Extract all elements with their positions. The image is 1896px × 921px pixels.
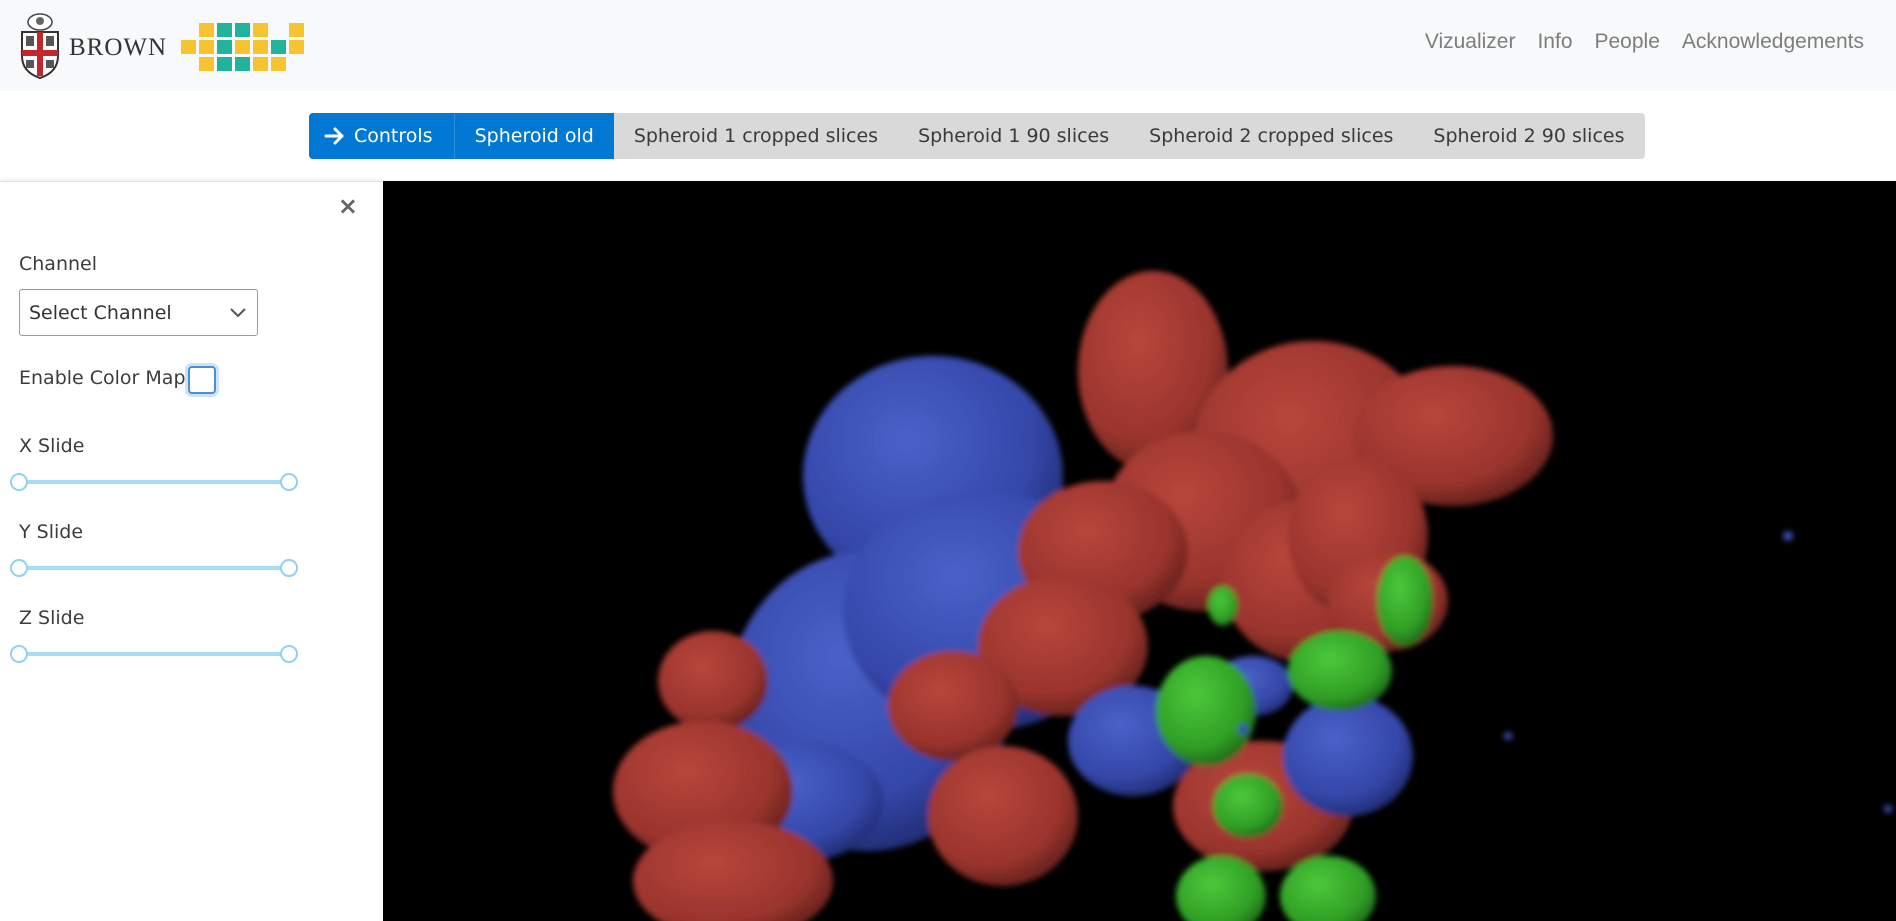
slider-track	[18, 566, 290, 570]
slider-min-handle[interactable]	[10, 559, 28, 577]
controls-label: Controls	[354, 125, 433, 147]
nav-link-info[interactable]: Info	[1537, 30, 1572, 54]
pixel-logo-icon	[181, 23, 305, 71]
color-map-label: Enable Color Map	[19, 367, 186, 389]
tab-spheroid-2-90[interactable]: Spheroid 2 90 slices	[1413, 113, 1645, 159]
color-map-checkbox[interactable]	[188, 366, 216, 394]
controls-toggle-button[interactable]: Controls	[309, 113, 455, 159]
nav-link-people[interactable]: People	[1595, 30, 1660, 54]
x-slide-label: X Slide	[19, 435, 85, 457]
chevron-down-icon	[230, 308, 246, 318]
brown-crest-icon	[21, 13, 59, 80]
slider-min-handle[interactable]	[10, 473, 28, 491]
channel-select-value: Select Channel	[29, 301, 172, 324]
channel-select[interactable]: Select Channel	[19, 289, 258, 336]
arrow-right-icon	[324, 127, 344, 145]
brand-wordmark: BROWN	[69, 34, 168, 61]
tab-spheroid-1-90[interactable]: Spheroid 1 90 slices	[898, 113, 1130, 159]
controls-panel: × Channel Select Channel Enable Color Ma…	[0, 181, 382, 921]
slider-track	[18, 652, 290, 656]
tab-spheroid-2-cropped[interactable]: Spheroid 2 cropped slices	[1129, 113, 1414, 159]
nav-links: Vizualizer Info People Acknowledgements	[1425, 30, 1864, 54]
volume-viewer-canvas[interactable]	[383, 181, 1896, 921]
tab-spheroid-old[interactable]: Spheroid old	[454, 113, 614, 159]
spheroid-volume-render	[613, 271, 1892, 921]
close-panel-button[interactable]: ×	[338, 194, 358, 218]
x-slide-range-slider[interactable]	[10, 471, 298, 493]
slider-max-handle[interactable]	[280, 559, 298, 577]
y-slide-range-slider[interactable]	[10, 557, 298, 579]
slider-min-handle[interactable]	[10, 645, 28, 663]
channel-label: Channel	[19, 253, 98, 275]
y-slide-label: Y Slide	[19, 521, 84, 543]
z-slide-label: Z Slide	[19, 607, 85, 629]
slider-max-handle[interactable]	[280, 473, 298, 491]
brand[interactable]: BROWN	[18, 12, 313, 80]
slider-max-handle[interactable]	[280, 645, 298, 663]
tab-spheroid-1-cropped[interactable]: Spheroid 1 cropped slices	[613, 113, 899, 159]
top-navbar: BROWN Vizualizer Info People Acknowledge…	[0, 0, 1896, 91]
nav-link-acknowledgements[interactable]: Acknowledgements	[1682, 30, 1864, 54]
z-slide-range-slider[interactable]	[10, 643, 298, 665]
slider-track	[18, 480, 290, 484]
nav-link-vizualizer[interactable]: Vizualizer	[1425, 30, 1516, 54]
dataset-tab-bar: Controls Spheroid old Spheroid 1 cropped…	[309, 113, 1645, 159]
